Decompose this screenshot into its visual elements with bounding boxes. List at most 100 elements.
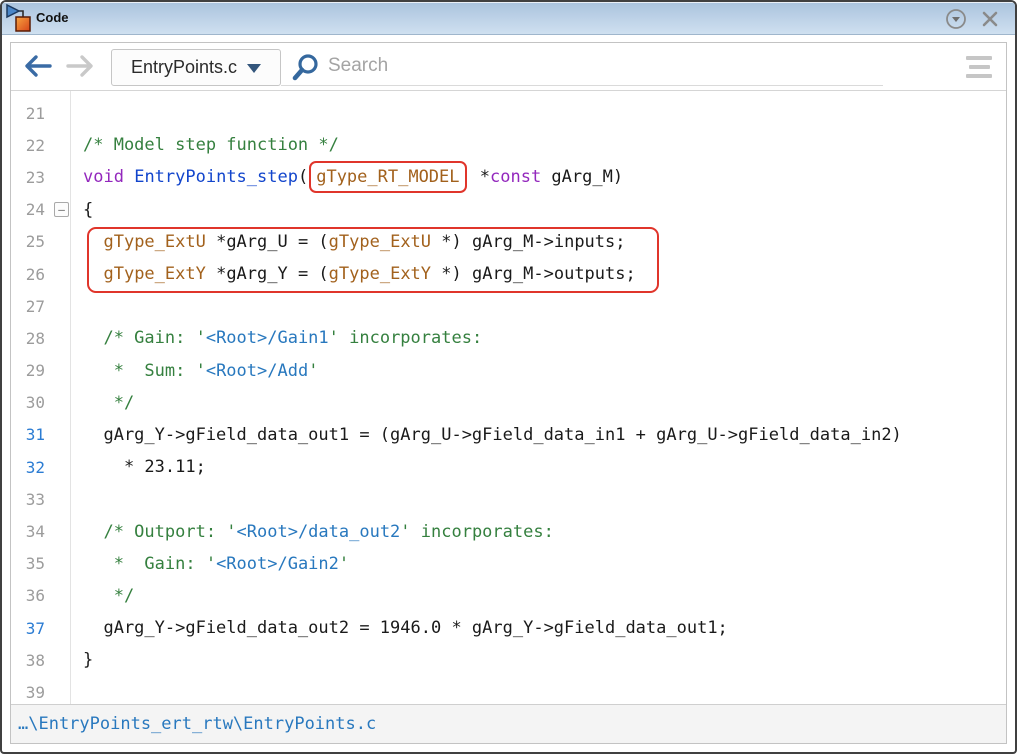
- code-segment: *gArg_U = (: [206, 232, 329, 252]
- code-segment: gType_ExtY: [103, 264, 205, 284]
- line-number: 36: [11, 586, 70, 605]
- line-number: 29: [11, 361, 70, 380]
- line-number: 27: [11, 297, 70, 316]
- code-segment: }: [83, 650, 93, 670]
- code-line: 26 gType_ExtY *gArg_Y = (gType_ExtY *) g…: [11, 258, 1006, 290]
- code-segment: */: [83, 393, 134, 413]
- line-number: 28: [11, 329, 70, 348]
- code-lines: 2122/* Model step function */23void Entr…: [11, 97, 1006, 704]
- code-segment: * Gain: ': [83, 554, 216, 574]
- line-number: 39: [11, 683, 70, 702]
- code-segment: * 23.11;: [83, 457, 206, 477]
- magnifier-icon: [291, 53, 321, 88]
- code-line: 30 */: [11, 387, 1006, 419]
- code-segment: gArg_Y->gField_data_out2 = 1946.0 * gArg…: [83, 618, 728, 638]
- chevron-down-icon: [247, 64, 261, 73]
- line-number: 35: [11, 554, 70, 573]
- window-title: Code: [36, 10, 69, 25]
- line-number: 31: [11, 425, 70, 444]
- code-line: 33: [11, 483, 1006, 515]
- line-number: 33: [11, 490, 70, 509]
- code-editor: 2122/* Model step function */23void Entr…: [11, 91, 1006, 704]
- code-segment: void: [83, 167, 124, 187]
- code-text: */: [70, 586, 134, 606]
- code-line: 38}: [11, 644, 1006, 676]
- model-element-link[interactable]: <Root>/Gain1: [206, 328, 329, 348]
- code-text: {: [70, 200, 93, 220]
- search-underline: [281, 85, 883, 86]
- hamburger-icon[interactable]: [964, 52, 994, 82]
- code-line: 28 /* Gain: '<Root>/Gain1' incorporates:: [11, 322, 1006, 354]
- code-segment: */: [83, 586, 134, 606]
- code-line: 21: [11, 97, 1006, 129]
- code-segment: gArg_M): [541, 167, 623, 187]
- code-text: * 23.11;: [70, 457, 206, 477]
- code-text: void EntryPoints_step(gType_RT_MODEL *co…: [70, 167, 623, 187]
- code-segment: {: [83, 200, 93, 220]
- file-selector-label: EntryPoints.c: [131, 57, 237, 78]
- line-number: 25: [11, 232, 70, 251]
- line-number: 26: [11, 265, 70, 284]
- line-number: 32: [11, 458, 70, 477]
- line-number: 21: [11, 104, 70, 123]
- line-number: 38: [11, 651, 70, 670]
- code-line: 32 * 23.11;: [11, 451, 1006, 483]
- arrow-right-icon[interactable]: [65, 53, 95, 79]
- code-line: 34 /* Outport: '<Root>/data_out2' incorp…: [11, 515, 1006, 547]
- line-number: 37: [11, 619, 70, 638]
- model-element-link[interactable]: <Root>/data_out2: [237, 522, 401, 542]
- arrow-left-icon[interactable]: [23, 53, 53, 79]
- code-segment: const: [490, 167, 541, 187]
- collapse-toggle-icon[interactable]: –: [54, 202, 69, 217]
- code-text: gType_ExtY *gArg_Y = (gType_ExtY *) gArg…: [70, 264, 636, 284]
- file-path-link[interactable]: …\EntryPoints_ert_rtw\EntryPoints.c: [18, 714, 376, 734]
- code-line: 22 /* Model step function */: [11, 129, 1006, 161]
- code-segment: /* Gain: ': [83, 328, 206, 348]
- code-line: 23void EntryPoints_step(gType_RT_MODEL *…: [11, 161, 1006, 193]
- code-segment: gArg_Y->gField_data_out1 = (gArg_U->gFie…: [83, 425, 902, 445]
- status-bar: …\EntryPoints_ert_rtw\EntryPoints.c: [11, 704, 1006, 743]
- code-line: 25 gType_ExtU *gArg_U = (gType_ExtU *) g…: [11, 226, 1006, 258]
- close-icon[interactable]: [979, 8, 1001, 30]
- code-segment: gType_ExtU: [103, 232, 205, 252]
- code-line: 39: [11, 676, 1006, 704]
- code-segment: *gArg_Y = (: [206, 264, 329, 284]
- code-segment: * Sum: ': [83, 361, 206, 381]
- code-text: * Gain: '<Root>/Gain2': [70, 554, 349, 574]
- code-text: /* Outport: '<Root>/data_out2' incorpora…: [70, 522, 554, 542]
- code-text: gArg_Y->gField_data_out1 = (gArg_U->gFie…: [70, 425, 902, 445]
- code-segment: /* Outport: ': [83, 522, 237, 542]
- model-element-link[interactable]: <Root>/Add: [206, 361, 308, 381]
- code-line: 24–{: [11, 194, 1006, 226]
- code-segment: gType_ExtY: [329, 264, 431, 284]
- line-number: 22: [11, 136, 70, 155]
- code-segment: EntryPoints_step: [134, 167, 298, 187]
- code-segment: /* Model step function */: [83, 135, 339, 155]
- code-window: Code: [0, 0, 1017, 754]
- file-selector-dropdown[interactable]: EntryPoints.c: [111, 49, 281, 86]
- code-text: */: [70, 393, 134, 413]
- code-text: * Sum: '<Root>/Add': [70, 361, 318, 381]
- code-segment: ': [308, 361, 318, 381]
- content-panel: EntryPoints.c 21 22 /* Model step function…: [10, 42, 1007, 744]
- code-segment: ': [339, 554, 349, 574]
- highlight-box-type: gType_RT_MODEL: [309, 161, 466, 193]
- line-number: 34: [11, 522, 70, 541]
- code-text: }: [70, 650, 93, 670]
- code-segment: ' incorporates:: [400, 522, 554, 542]
- code-line: 35 * Gain: '<Root>/Gain2': [11, 548, 1006, 580]
- circle-chevron-down-icon[interactable]: [945, 8, 967, 30]
- code-segment: [83, 232, 103, 252]
- code-segment: [83, 264, 103, 284]
- code-segment: *) gArg_M->outputs;: [431, 264, 636, 284]
- code-segment: *) gArg_M->inputs;: [431, 232, 625, 252]
- code-text: /* Gain: '<Root>/Gain1' incorporates:: [70, 328, 482, 348]
- code-line: 37 gArg_Y->gField_data_out2 = 1946.0 * g…: [11, 612, 1006, 644]
- search-input[interactable]: [326, 51, 746, 81]
- code-segment: ' incorporates:: [329, 328, 483, 348]
- model-element-link[interactable]: <Root>/Gain2: [216, 554, 339, 574]
- code-text: gArg_Y->gField_data_out2 = 1946.0 * gArg…: [70, 618, 728, 638]
- toolbar: EntryPoints.c: [11, 43, 1006, 91]
- code-segment: (: [298, 167, 308, 187]
- line-number: 23: [11, 168, 70, 187]
